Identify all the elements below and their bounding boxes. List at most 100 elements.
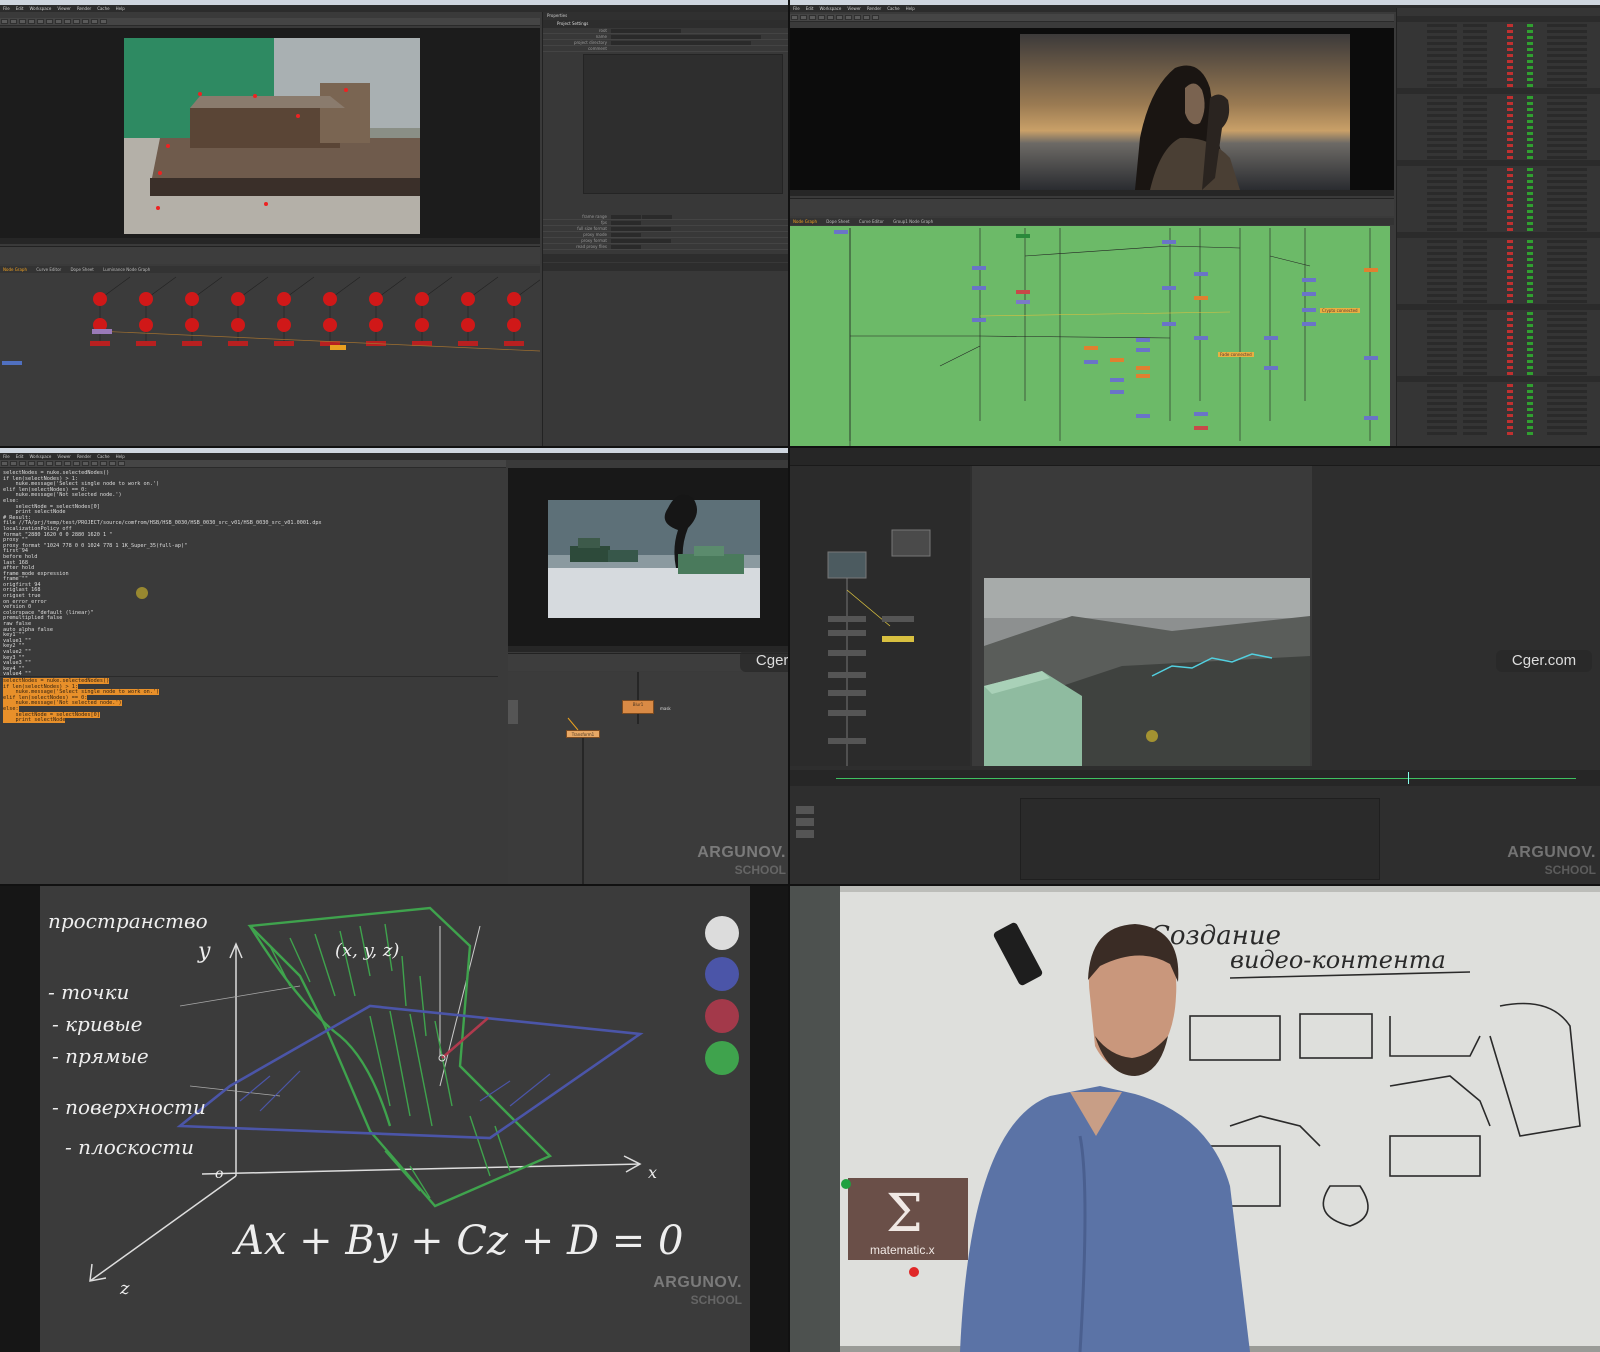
node-box[interactable]: [136, 341, 156, 346]
node-red[interactable]: [277, 318, 291, 332]
tab-group-graph[interactable]: Group1 Node Graph: [893, 219, 933, 224]
tab-node-graph[interactable]: Node Graph: [3, 267, 27, 272]
node-graph-tabs[interactable]: Node Graph Dope Sheet Curve Editor Group…: [790, 218, 1394, 225]
node-red[interactable]: [231, 318, 245, 332]
node-red[interactable]: [369, 292, 383, 306]
tab-node-graph[interactable]: Node Graph: [793, 219, 817, 224]
graph-node[interactable]: [1136, 338, 1150, 342]
graph-node[interactable]: [1364, 356, 1378, 360]
tracker-parameters[interactable]: [1020, 798, 1380, 880]
node-red[interactable]: [185, 318, 199, 332]
graph-node[interactable]: [1302, 278, 1316, 282]
graph-node[interactable]: [1264, 336, 1278, 340]
tracker-viewer[interactable]: [972, 466, 1312, 766]
node-graph-tabs[interactable]: Node Graph Curve Editor Dope Sheet Lumin…: [0, 266, 540, 273]
graph-node[interactable]: [1302, 308, 1316, 312]
properties-subsection[interactable]: [543, 263, 788, 271]
color-swatch-white[interactable]: [705, 916, 739, 950]
node-red[interactable]: [231, 292, 245, 306]
prop-row[interactable]: comment: [543, 46, 788, 52]
viewer-toolbar[interactable]: [0, 18, 540, 26]
script-editor-line[interactable]: print selectNode: [3, 717, 159, 724]
menu-bar[interactable]: File Edit Workspace Viewer Render Cache Help: [0, 5, 788, 12]
tracker-topbar[interactable]: [790, 448, 1600, 466]
timeline[interactable]: [790, 198, 1394, 216]
node-box[interactable]: [228, 341, 248, 346]
graph-node[interactable]: [1194, 296, 1208, 300]
node-box[interactable]: [90, 341, 110, 346]
timeline[interactable]: [0, 246, 540, 264]
tab-curve-editor[interactable]: Curve Editor: [36, 267, 61, 272]
script-toolbar[interactable]: [0, 460, 506, 468]
script-input[interactable]: selectNodes = nuke.selectedNodes() if len…: [0, 676, 498, 884]
viewer-area[interactable]: [508, 468, 788, 646]
node-red[interactable]: [369, 318, 383, 332]
node-red[interactable]: [507, 292, 521, 306]
graph-node[interactable]: [834, 230, 848, 234]
node-red[interactable]: [415, 318, 429, 332]
tab-dope-sheet[interactable]: Dope Sheet: [826, 219, 849, 224]
node-red[interactable]: [139, 318, 153, 332]
properties-subsection[interactable]: [543, 254, 788, 262]
graph-node[interactable]: [1136, 366, 1150, 370]
node-red[interactable]: [323, 292, 337, 306]
color-swatch-red[interactable]: [705, 999, 739, 1033]
node-box[interactable]: [504, 341, 524, 346]
node-graph[interactable]: [0, 273, 540, 446]
node-graph-green[interactable]: Fade connected Crypto connected: [790, 226, 1390, 446]
graph-node[interactable]: [1194, 336, 1208, 340]
node-box[interactable]: [274, 341, 294, 346]
tracker-tools[interactable]: [790, 798, 830, 878]
graph-node[interactable]: [1110, 358, 1124, 362]
node-red[interactable]: [323, 318, 337, 332]
comment-area[interactable]: [583, 54, 783, 194]
graph-node[interactable]: [972, 286, 986, 290]
graph-node[interactable]: [1110, 390, 1124, 394]
viewer-area[interactable]: [0, 28, 540, 238]
tab-dope-sheet[interactable]: Dope Sheet: [70, 267, 93, 272]
node-red[interactable]: [185, 292, 199, 306]
graph-node[interactable]: [1364, 416, 1378, 420]
graph-node[interactable]: [1302, 322, 1316, 326]
prop-row[interactable]: read proxy files: [543, 244, 788, 250]
graph-node[interactable]: [1084, 346, 1098, 350]
node-red[interactable]: [139, 292, 153, 306]
tracker-timeline[interactable]: [790, 770, 1600, 786]
color-swatch-blue[interactable]: [705, 957, 739, 991]
node-red[interactable]: [277, 292, 291, 306]
node-red[interactable]: [93, 292, 107, 306]
node-box[interactable]: [458, 341, 478, 346]
node-red[interactable]: [507, 318, 521, 332]
node-box[interactable]: [182, 341, 202, 346]
viewer-toolbar[interactable]: [790, 14, 1394, 22]
graph-node[interactable]: [1016, 234, 1030, 238]
node-red[interactable]: [461, 292, 475, 306]
graph-node[interactable]: [1364, 268, 1378, 272]
graph-node[interactable]: [972, 266, 986, 270]
graph-node[interactable]: [1084, 360, 1098, 364]
graph-node[interactable]: [1016, 300, 1030, 304]
properties-panel[interactable]: Properties Project Settings root name pr…: [542, 12, 788, 446]
graph-node[interactable]: [1136, 374, 1150, 378]
viewer-area[interactable]: [790, 28, 1394, 190]
graph-node[interactable]: [1016, 290, 1030, 294]
graph-node[interactable]: [1136, 414, 1150, 418]
color-swatch-green[interactable]: [705, 1041, 739, 1075]
graph-node[interactable]: [1302, 292, 1316, 296]
tab-curve-editor[interactable]: Curve Editor: [859, 219, 884, 224]
graph-node[interactable]: [1162, 286, 1176, 290]
graph-node[interactable]: [1194, 272, 1208, 276]
graph-node[interactable]: [972, 318, 986, 322]
graph-node[interactable]: [1162, 240, 1176, 244]
tracker-node-panel[interactable]: [790, 466, 970, 766]
graph-node[interactable]: [1136, 348, 1150, 352]
script-output[interactable]: selectNodes = nuke.selectedNodes() if len…: [0, 469, 498, 677]
tab-luminance-graph[interactable]: Luminance Node Graph: [103, 267, 150, 272]
node-red[interactable]: [461, 318, 475, 332]
properties-panel[interactable]: [1396, 8, 1600, 446]
node-red[interactable]: [415, 292, 429, 306]
graph-node[interactable]: [1162, 322, 1176, 326]
graph-node[interactable]: [1264, 366, 1278, 370]
graph-node[interactable]: [1110, 378, 1124, 382]
graph-node[interactable]: [1194, 412, 1208, 416]
